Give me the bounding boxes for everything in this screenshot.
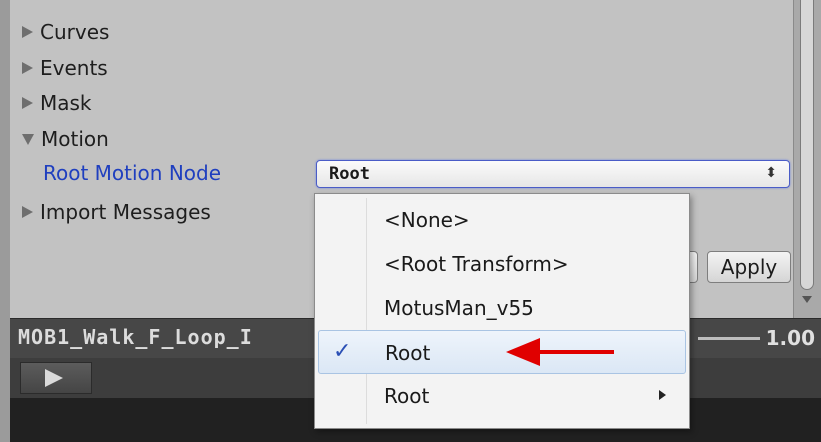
foldout-motion[interactable]: Motion <box>22 126 109 152</box>
root-motion-node-value: Root <box>329 164 370 184</box>
dropdown-item-label: Root <box>384 384 430 408</box>
collapsed-triangle-icon <box>22 97 33 109</box>
dropdown-item-root-submenu[interactable]: Root <box>318 374 686 418</box>
dropdown-item-label: Root <box>385 341 431 365</box>
foldout-curves-label: Curves <box>40 20 110 44</box>
expanded-triangle-icon <box>22 133 34 145</box>
checkmark-icon: ✓ <box>333 339 352 364</box>
foldout-events[interactable]: Events <box>22 55 108 81</box>
foldout-import-messages[interactable]: Import Messages <box>22 199 211 225</box>
dropdown-item-label: MotusMan_v55 <box>384 296 534 320</box>
foldout-curves[interactable]: Curves <box>22 19 109 45</box>
collapsed-triangle-icon <box>22 26 33 38</box>
updown-arrows-icon: ⬍ <box>765 165 777 181</box>
window-left-edge <box>0 0 10 442</box>
annotation-arrow-icon <box>506 336 614 370</box>
root-motion-node-dropdown: <None> <Root Transform> MotusMan_v55 ✓ R… <box>314 193 690 429</box>
dropdown-item-root-transform[interactable]: <Root Transform> <box>318 242 686 286</box>
foldout-events-label: Events <box>40 56 108 80</box>
play-icon <box>45 369 63 387</box>
foldout-mask-label: Mask <box>40 91 92 115</box>
dropdown-item-label: <Root Transform> <box>384 252 569 276</box>
apply-button[interactable]: Apply <box>707 251 791 283</box>
annotation-arrow-head <box>506 338 540 366</box>
foldout-mask[interactable]: Mask <box>22 90 92 116</box>
scroll-down-arrow-icon[interactable] <box>802 296 812 303</box>
play-button[interactable] <box>20 362 92 394</box>
root-motion-node-label: Root Motion Node <box>43 161 222 185</box>
dropdown-item-root-selected[interactable]: ✓ Root <box>318 330 686 374</box>
clip-name: MOB1_Walk_F_Loop_I <box>18 325 253 349</box>
collapsed-triangle-icon <box>22 206 33 218</box>
inspector-scrollbar[interactable] <box>793 0 821 318</box>
dropdown-item-label: <None> <box>384 208 470 232</box>
foldout-import-messages-label: Import Messages <box>40 200 211 224</box>
dropdown-item-none[interactable]: <None> <box>318 198 686 242</box>
foldout-motion-label: Motion <box>41 127 109 151</box>
speed-value: 1.00 <box>765 326 815 350</box>
dropdown-item-motusman[interactable]: MotusMan_v55 <box>318 286 686 330</box>
root-motion-node-select[interactable]: Root ⬍ <box>316 160 790 188</box>
scrollbar-thumb[interactable] <box>800 0 814 290</box>
submenu-arrow-icon <box>659 390 666 400</box>
collapsed-triangle-icon <box>22 62 33 74</box>
speed-slider[interactable] <box>698 337 760 340</box>
annotation-arrow-shaft <box>538 350 614 354</box>
